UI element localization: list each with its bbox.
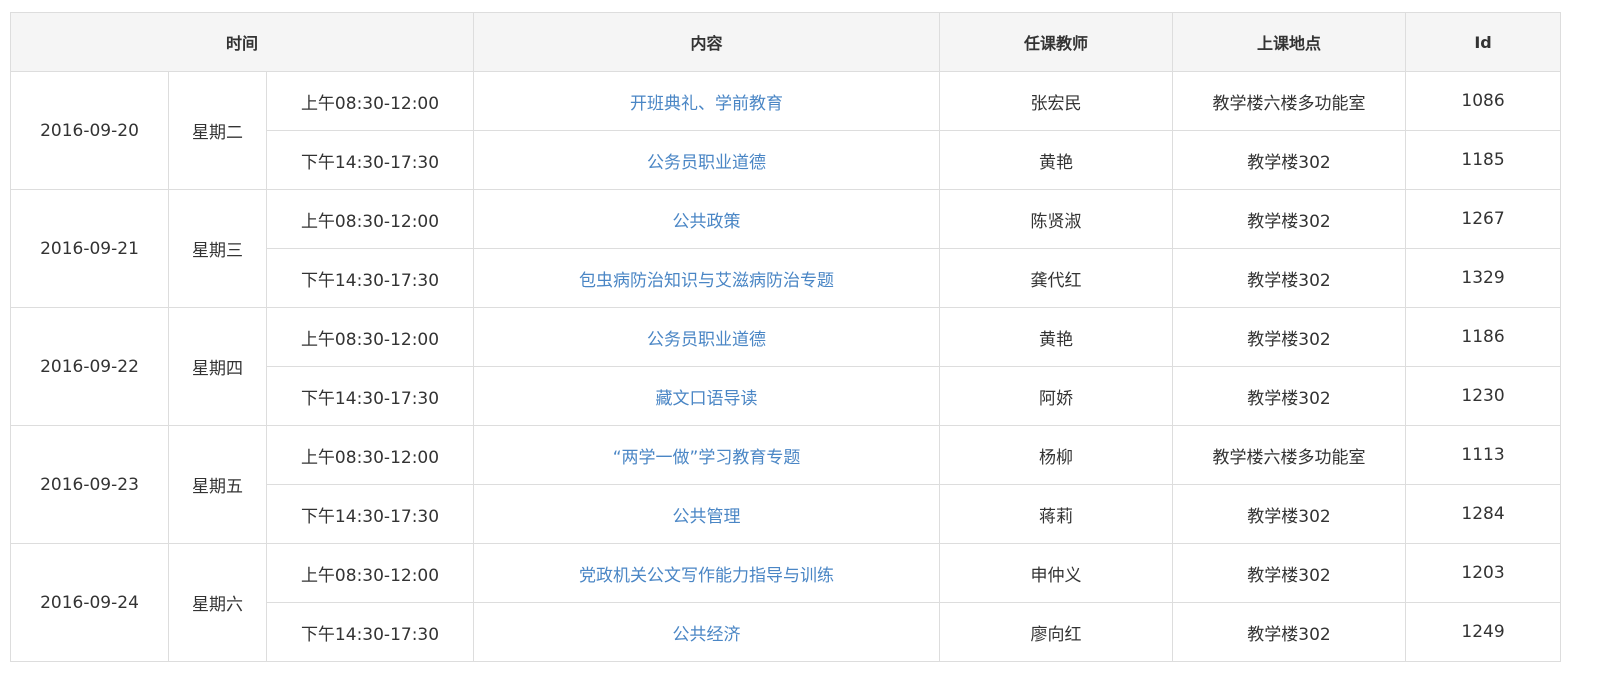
weekday-cell: 星期三 [168, 189, 267, 308]
header-teacher: 任课教师 [939, 12, 1174, 72]
location-cell: 教学楼302 [1172, 189, 1407, 249]
id-cell: 1203 [1405, 543, 1562, 603]
id-cell: 1284 [1405, 484, 1562, 544]
table-header: 时间 内容 任课教师 上课地点 Id [9, 12, 1562, 72]
weekday-cell: 星期六 [168, 543, 267, 662]
course-link[interactable]: 公务员职业道德 [647, 330, 766, 350]
header-row: 时间 内容 任课教师 上课地点 Id [9, 12, 1562, 72]
id-cell: 1185 [1405, 130, 1562, 190]
weekday-cell: 星期五 [168, 425, 267, 544]
content-cell: 开班典礼、学前教育 [473, 71, 941, 131]
content-cell: 包虫病防治知识与艾滋病防治专题 [473, 248, 941, 308]
content-cell: 党政机关公文写作能力指导与训练 [473, 543, 941, 603]
content-cell: 藏文口语导读 [473, 366, 941, 426]
location-cell: 教学楼302 [1172, 248, 1407, 308]
content-cell: “两学一做”学习教育专题 [473, 425, 941, 485]
date-cell: 2016-09-21 [10, 189, 169, 308]
course-link[interactable]: “两学一做”学习教育专题 [613, 448, 801, 468]
content-cell: 公共管理 [473, 484, 941, 544]
teacher-cell: 杨柳 [939, 425, 1174, 485]
teacher-cell: 陈贤淑 [939, 189, 1174, 249]
header-content: 内容 [473, 12, 941, 72]
table-row: 2016-09-21 星期三 上午08:30-12:00 公共政策 陈贤淑 教学… [10, 189, 1562, 308]
date-cell: 2016-09-23 [10, 425, 169, 544]
session-time-cell: 下午14:30-17:30 [265, 484, 475, 544]
table-row: 2016-09-23 星期五 上午08:30-12:00 “两学一做”学习教育专… [10, 425, 1562, 544]
location-cell: 教学楼六楼多功能室 [1172, 425, 1407, 485]
session-time-cell: 下午14:30-17:30 [265, 248, 475, 308]
table-row: 2016-09-22 星期四 上午08:30-12:00 公务员职业道德 黄艳 … [10, 307, 1562, 426]
id-cell: 1230 [1405, 366, 1562, 426]
course-link[interactable]: 公共经济 [673, 625, 741, 645]
location-cell: 教学楼302 [1172, 543, 1407, 603]
course-link[interactable]: 藏文口语导读 [656, 389, 758, 409]
id-cell: 1249 [1405, 602, 1562, 662]
course-link[interactable]: 包虫病防治知识与艾滋病防治专题 [579, 271, 834, 291]
weekday-cell: 星期四 [168, 307, 267, 426]
table-body: 2016-09-20 星期二 上午08:30-12:00 开班典礼、学前教育 张… [10, 71, 1562, 662]
location-cell: 教学楼302 [1172, 307, 1407, 367]
course-link[interactable]: 公务员职业道德 [647, 153, 766, 173]
table-row: 2016-09-24 星期六 上午08:30-12:00 党政机关公文写作能力指… [10, 543, 1562, 662]
location-cell: 教学楼302 [1172, 366, 1407, 426]
teacher-cell: 黄艳 [939, 130, 1174, 190]
session-time-cell: 下午14:30-17:30 [265, 130, 475, 190]
location-cell: 教学楼六楼多功能室 [1172, 71, 1407, 131]
teacher-cell: 张宏民 [939, 71, 1174, 131]
date-cell: 2016-09-24 [10, 543, 169, 662]
content-cell: 公共经济 [473, 602, 941, 662]
course-link[interactable]: 开班典礼、学前教育 [630, 94, 783, 114]
id-cell: 1186 [1405, 307, 1562, 367]
header-time: 时间 [9, 12, 475, 72]
teacher-cell: 龚代红 [939, 248, 1174, 308]
teacher-cell: 黄艳 [939, 307, 1174, 367]
session-time-cell: 上午08:30-12:00 [265, 189, 475, 249]
session-time-cell: 下午14:30-17:30 [265, 602, 475, 662]
course-schedule-table: 时间 内容 任课教师 上课地点 Id 2016-09-20 星期二 上午08:3… [9, 12, 1562, 662]
weekday-cell: 星期二 [168, 71, 267, 190]
id-cell: 1267 [1405, 189, 1562, 249]
content-cell: 公务员职业道德 [473, 130, 941, 190]
session-time-cell: 上午08:30-12:00 [265, 425, 475, 485]
id-cell: 1086 [1405, 71, 1562, 131]
date-cell: 2016-09-22 [10, 307, 169, 426]
teacher-cell: 申仲义 [939, 543, 1174, 603]
date-cell: 2016-09-20 [10, 71, 169, 190]
session-time-cell: 上午08:30-12:00 [265, 543, 475, 603]
session-time-cell: 下午14:30-17:30 [265, 366, 475, 426]
session-time-cell: 上午08:30-12:00 [265, 307, 475, 367]
teacher-cell: 廖向红 [939, 602, 1174, 662]
teacher-cell: 蒋莉 [939, 484, 1174, 544]
teacher-cell: 阿娇 [939, 366, 1174, 426]
content-cell: 公务员职业道德 [473, 307, 941, 367]
location-cell: 教学楼302 [1172, 602, 1407, 662]
id-cell: 1329 [1405, 248, 1562, 308]
course-link[interactable]: 公共政策 [673, 212, 741, 232]
session-time-cell: 上午08:30-12:00 [265, 71, 475, 131]
id-cell: 1113 [1405, 425, 1562, 485]
table-row: 2016-09-20 星期二 上午08:30-12:00 开班典礼、学前教育 张… [10, 71, 1562, 190]
course-link[interactable]: 公共管理 [673, 507, 741, 527]
header-location: 上课地点 [1172, 12, 1407, 72]
content-cell: 公共政策 [473, 189, 941, 249]
header-id: Id [1405, 12, 1562, 72]
course-link[interactable]: 党政机关公文写作能力指导与训练 [579, 566, 834, 586]
location-cell: 教学楼302 [1172, 130, 1407, 190]
location-cell: 教学楼302 [1172, 484, 1407, 544]
